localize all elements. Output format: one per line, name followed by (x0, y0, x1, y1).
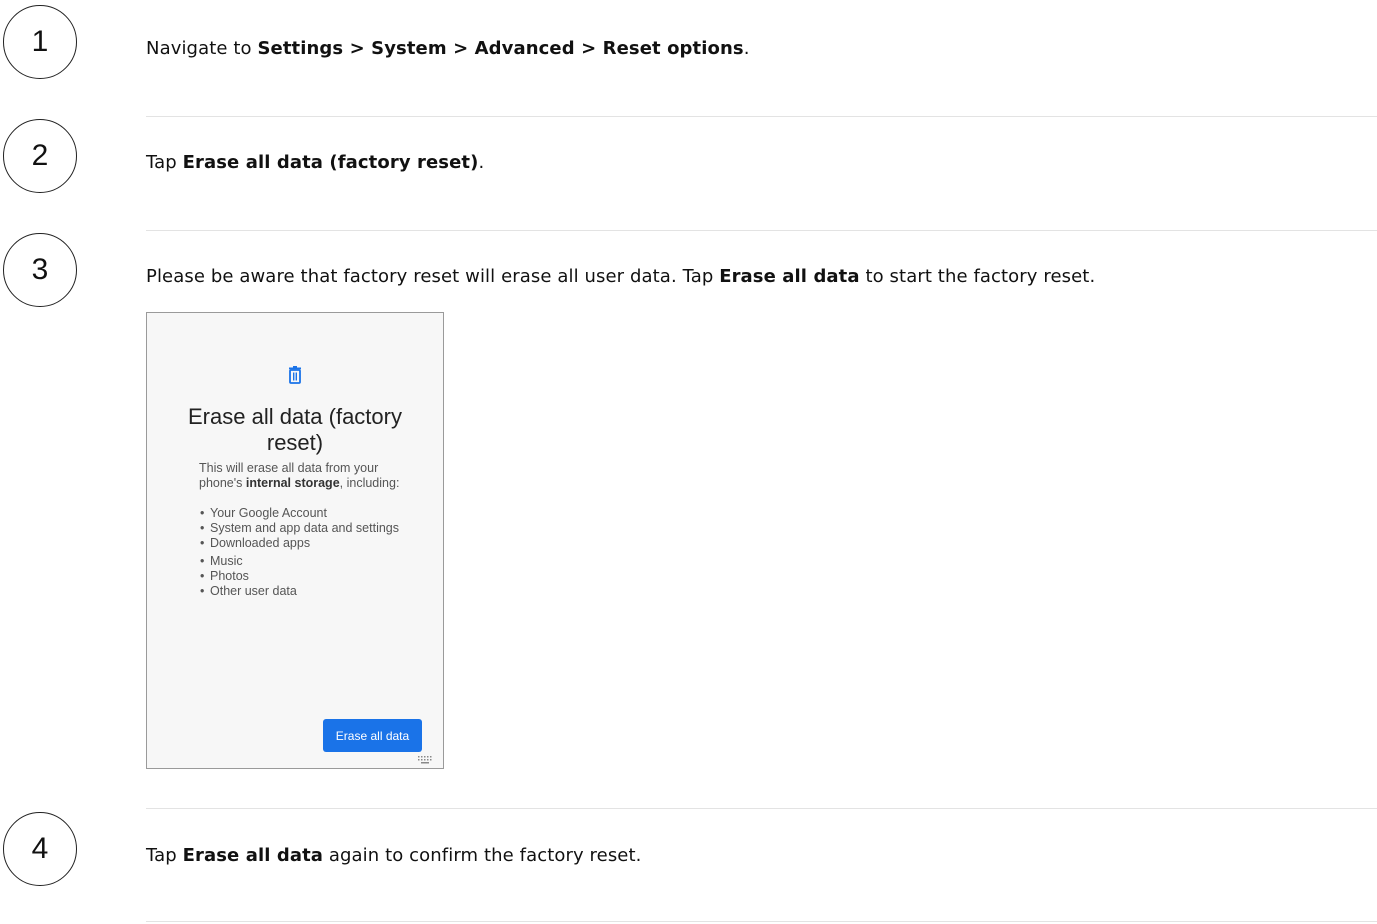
step-2-text-part: Tap (146, 152, 183, 173)
step-4-text-part: Tap (146, 845, 183, 866)
divider (146, 230, 1377, 231)
internal-storage-label: internal storage (245, 476, 340, 490)
step-3-text: Please be aware that factory reset will … (146, 266, 1095, 287)
phone-description-line: phone's internal storage, including: (199, 476, 429, 491)
step-1-menu-path: Settings > System > Advanced > Reset opt… (257, 38, 744, 59)
step-3-button-name: Erase all data (719, 266, 860, 287)
trash-icon (289, 366, 301, 384)
step-3-text-part: to start the factory reset. (859, 266, 1096, 287)
step-4-button-name: Erase all data (182, 845, 324, 866)
phone-description-line: This will erase all data from your (199, 461, 379, 475)
phone-title-line: Erase all data (factory (188, 404, 402, 429)
step-4-number: 4 (3, 812, 77, 886)
step-2-option-name: Erase all data (factory reset) (182, 152, 479, 173)
keyboard-icon (418, 756, 432, 764)
step-1-text-part: . (743, 38, 750, 59)
erase-all-data-button[interactable]: Erase all data (323, 719, 422, 752)
step-2-text: Tap Erase all data (factory reset). (146, 152, 484, 173)
step-1-text: Navigate to Settings > System > Advanced… (146, 38, 750, 59)
step-1-number: 1 (3, 5, 77, 79)
phone-description-text: , including: (339, 476, 400, 490)
phone-description: This will erase all data from your phone… (199, 461, 429, 491)
divider (146, 116, 1377, 117)
phone-description-text: phone's (199, 476, 246, 490)
step-3-text-part: Please be aware that factory reset will … (146, 266, 720, 287)
phone-screenshot: Erase all data (factory reset) This will… (146, 312, 444, 769)
list-item: System and app data and settings (200, 521, 399, 536)
divider (146, 808, 1377, 809)
step-4-text: Tap Erase all data again to confirm the … (146, 845, 641, 866)
phone-title-line: reset) (266, 430, 324, 455)
list-item: Your Google Account (200, 506, 399, 521)
step-2-number: 2 (3, 119, 77, 193)
list-item: Downloaded apps (200, 536, 399, 551)
phone-title: Erase all data (factory reset) (147, 404, 443, 456)
step-4-text-part: again to confirm the factory reset. (323, 845, 642, 866)
step-1-text-part: Navigate to (146, 38, 258, 59)
erased-items-list: Your Google Account System and app data … (200, 506, 399, 599)
instructions-page: 1 Navigate to Settings > System > Advanc… (0, 0, 1377, 924)
list-item: Photos (200, 569, 399, 584)
step-2-text-part: . (478, 152, 485, 173)
divider (146, 921, 1377, 922)
list-item: Music (200, 554, 399, 569)
list-item: Other user data (200, 584, 399, 599)
step-3-number: 3 (3, 233, 77, 307)
